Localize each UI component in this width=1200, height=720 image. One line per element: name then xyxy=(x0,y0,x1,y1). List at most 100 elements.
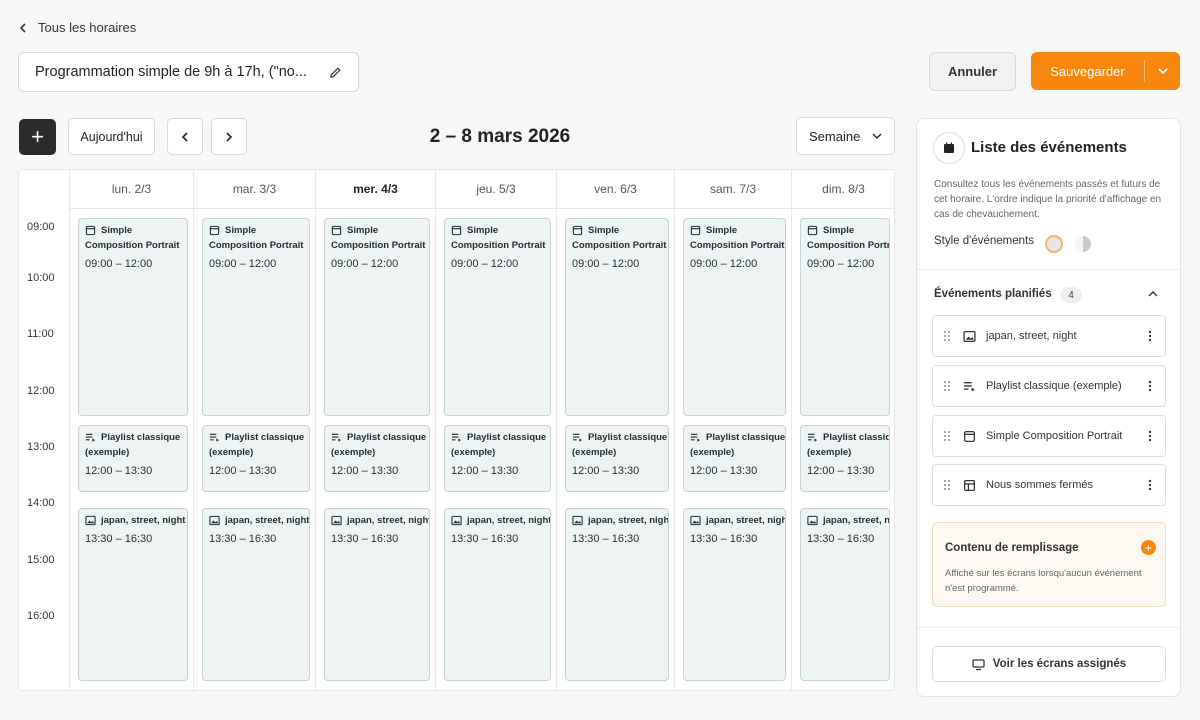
event-subtitle: (exemple) xyxy=(690,447,735,458)
more-options-icon[interactable] xyxy=(1145,380,1155,392)
fill-content-title: Contenu de remplissage xyxy=(945,542,1079,554)
event-style-label: Style d'événements xyxy=(934,235,1035,247)
event-time: 09:00 – 12:00 xyxy=(807,258,875,270)
time-label: 10:00 xyxy=(27,272,55,284)
chevron-left-icon xyxy=(181,131,188,142)
composition-icon xyxy=(572,225,583,236)
scheduled-event-item[interactable]: Playlist classique (exemple) xyxy=(932,365,1166,407)
scheduled-event-label: Nous sommes fermés xyxy=(986,479,1093,491)
save-button[interactable]: Sauvegarder xyxy=(1031,52,1144,90)
save-button-group[interactable]: Sauvegarder xyxy=(1031,52,1180,90)
day-header[interactable]: mer. 4/3 xyxy=(315,170,435,209)
day-header[interactable]: mar. 3/3 xyxy=(193,170,315,209)
chevron-down-icon xyxy=(1157,68,1168,75)
calendar-event[interactable]: japan, street, night 13:30 – 16:30 xyxy=(565,508,669,681)
time-label: 16:00 xyxy=(27,610,55,622)
chevron-up-icon[interactable] xyxy=(1148,289,1158,299)
time-label: 11:00 xyxy=(27,328,54,340)
event-title: Playlist classique xyxy=(690,432,785,443)
scheduled-event-item[interactable]: Nous sommes fermés xyxy=(932,464,1166,506)
calendar-event[interactable]: Simple Composition Portrait 09:00 – 12:00 xyxy=(324,218,430,416)
event-time: 09:00 – 12:00 xyxy=(690,258,758,270)
save-options-button[interactable] xyxy=(1145,52,1180,90)
calendar-event[interactable]: Simple Composition Portrait 09:00 – 12:00 xyxy=(683,218,786,416)
add-fill-content-button[interactable]: + xyxy=(1141,540,1156,555)
image-icon xyxy=(85,515,96,526)
event-subtitle: Composition Portrait xyxy=(807,240,889,251)
drag-handle-icon[interactable] xyxy=(943,330,951,342)
next-week-button[interactable] xyxy=(211,118,247,155)
calendar-event[interactable]: Playlist classique (exemple) 12:00 – 13:30 xyxy=(444,425,551,492)
event-subtitle: (exemple) xyxy=(331,447,376,458)
day-header[interactable]: ven. 6/3 xyxy=(556,170,674,209)
calendar-event[interactable]: Simple Composition Portrait 09:00 – 12:00 xyxy=(444,218,551,416)
calendar-event[interactable]: Simple Composition Portrait 09:00 – 12:00 xyxy=(78,218,188,416)
date-range-title: 2 – 8 mars 2026 xyxy=(429,126,571,147)
panel-description: Consultez tous les événements passés et … xyxy=(934,179,1162,220)
drag-handle-icon[interactable] xyxy=(943,380,951,392)
day-header[interactable]: dim. 8/3 xyxy=(791,170,895,209)
event-title: Simple xyxy=(690,225,779,236)
more-options-icon[interactable] xyxy=(1145,430,1155,442)
today-button[interactable]: Aujourd'hui xyxy=(68,118,155,155)
calendar-event[interactable]: Playlist classique (exemple) 12:00 – 13:30 xyxy=(202,425,310,492)
image-icon xyxy=(690,515,701,526)
calendar-event[interactable]: Playlist classique (exemple) 12:00 – 13:30 xyxy=(78,425,188,492)
previous-week-button[interactable] xyxy=(167,118,203,155)
event-subtitle: Composition Portrait xyxy=(209,240,304,251)
drag-handle-icon[interactable] xyxy=(943,430,951,442)
calendar-event[interactable]: Playlist classique (exemple) 12:00 – 13:30 xyxy=(683,425,786,492)
fill-content-card: Contenu de remplissage + Affiché sur les… xyxy=(932,522,1166,607)
playlist-icon xyxy=(451,432,462,443)
chevron-down-icon xyxy=(872,133,882,139)
calendar-event[interactable]: Playlist classique (exemple) 12:00 – 13:30 xyxy=(800,425,890,492)
scheduled-event-item[interactable]: japan, street, night xyxy=(932,315,1166,357)
drag-handle-icon[interactable] xyxy=(943,479,951,491)
event-time: 09:00 – 12:00 xyxy=(572,258,640,270)
day-header[interactable]: jeu. 5/3 xyxy=(435,170,556,209)
scheduled-event-item[interactable]: Simple Composition Portrait xyxy=(932,415,1166,457)
chevron-left-icon xyxy=(19,22,26,33)
more-options-icon[interactable] xyxy=(1145,330,1155,342)
event-title: Simple xyxy=(807,225,883,236)
calendar-event[interactable]: Simple Composition Portrait 09:00 – 12:00 xyxy=(565,218,669,416)
image-icon xyxy=(331,515,342,526)
event-time: 12:00 – 13:30 xyxy=(85,465,153,477)
event-subtitle: (exemple) xyxy=(209,447,254,458)
calendar-event[interactable]: Simple Composition Portrait 09:00 – 12:00 xyxy=(800,218,890,416)
cancel-button[interactable]: Annuler xyxy=(929,52,1016,91)
calendar-event[interactable]: japan, street, night 13:30 – 16:30 xyxy=(444,508,551,681)
more-options-icon[interactable] xyxy=(1145,479,1155,491)
calendar-event[interactable]: Simple Composition Portrait 09:00 – 12:00 xyxy=(202,218,310,416)
scheduled-event-label: japan, street, night xyxy=(986,330,1077,342)
view-assigned-screens-button[interactable]: Voir les écrans assignés xyxy=(932,646,1166,682)
back-label: Tous les horaires xyxy=(38,20,137,35)
event-title: japan, street, night xyxy=(451,515,550,526)
event-time: 12:00 – 13:30 xyxy=(807,465,875,477)
time-label: 14:00 xyxy=(27,497,55,509)
event-title: Playlist classique xyxy=(331,432,426,443)
event-time: 09:00 – 12:00 xyxy=(85,258,153,270)
add-event-button[interactable]: + xyxy=(19,119,56,155)
calendar-event[interactable]: Playlist classique (exemple) 12:00 – 13:30 xyxy=(565,425,669,492)
chevron-right-icon xyxy=(226,131,233,142)
event-title: japan, street, night xyxy=(572,515,668,526)
day-header[interactable]: sam. 7/3 xyxy=(674,170,791,209)
calendar-event[interactable]: Playlist classique (exemple) 12:00 – 13:30 xyxy=(324,425,430,492)
calendar-event[interactable]: japan, street, night 13:30 – 16:30 xyxy=(78,508,188,681)
view-select[interactable]: Semaine xyxy=(796,117,895,155)
playlist-icon xyxy=(807,432,818,443)
event-time: 13:30 – 16:30 xyxy=(209,533,277,545)
calendar-event[interactable]: japan, street, night 13:30 – 16:30 xyxy=(324,508,430,681)
schedule-name-field[interactable]: Programmation simple de 9h à 17h, ("no..… xyxy=(18,52,359,92)
time-label: 12:00 xyxy=(27,385,55,397)
edit-icon[interactable] xyxy=(329,66,342,79)
day-header[interactable]: lun. 2/3 xyxy=(69,170,193,209)
event-style-option-split[interactable] xyxy=(1075,236,1091,252)
event-title: japan, street, night xyxy=(209,515,309,526)
calendar-event[interactable]: japan, street, night 13:30 – 16:30 xyxy=(800,508,890,681)
calendar-event[interactable]: japan, street, night 13:30 – 16:30 xyxy=(202,508,310,681)
calendar-event[interactable]: japan, street, night 13:30 – 16:30 xyxy=(683,508,786,681)
back-link[interactable]: Tous les horaires xyxy=(18,20,136,35)
event-style-option-light[interactable] xyxy=(1045,235,1063,253)
